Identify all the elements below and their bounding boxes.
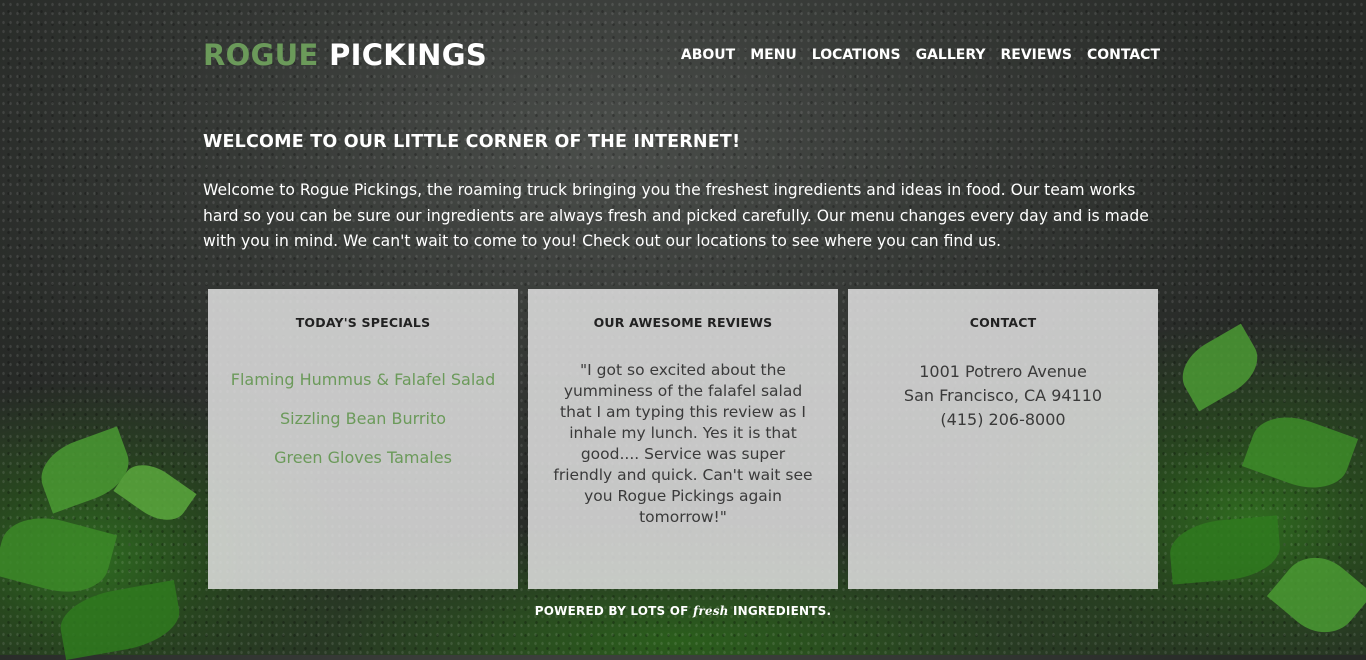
specials-list: Flaming Hummus & Falafel Salad Sizzling …: [208, 360, 518, 477]
contact-phone[interactable]: (415) 206-8000: [848, 408, 1158, 432]
review-quote: "I got so excited about the yumminess of…: [553, 361, 813, 526]
nav-about[interactable]: ABOUT: [681, 47, 735, 63]
contact-details: 1001 Potrero Avenue San Francisco, CA 94…: [848, 360, 1158, 432]
contact-title: CONTACT: [969, 315, 1037, 330]
nav-gallery[interactable]: GALLERY: [916, 47, 986, 63]
nav-menu[interactable]: MENU: [750, 47, 797, 63]
contact-street: 1001 Potrero Avenue: [919, 362, 1087, 381]
special-item: Green Gloves Tamales: [274, 448, 452, 467]
reviews-title: OUR AWESOME REVIEWS: [593, 315, 773, 330]
site-header: ROGUE PICKINGS ABOUT MENU LOCATIONS GALL…: [203, 38, 1160, 78]
special-item: Sizzling Bean Burrito: [279, 409, 447, 428]
footer-text-after: INGREDIENTS.: [732, 604, 832, 618]
site-footer: POWERED BY LOTS OF fresh INGREDIENTS.: [0, 604, 1366, 618]
site-logo[interactable]: ROGUE PICKINGS: [203, 38, 487, 72]
logo-part-1: ROGUE: [203, 38, 319, 72]
specials-title: TODAY'S SPECIALS: [295, 315, 431, 330]
specials-card: TODAY'S SPECIALS Flaming Hummus & Falafe…: [208, 289, 518, 589]
contact-city: San Francisco, CA 94110: [903, 386, 1103, 405]
welcome-text: Welcome to Rogue Pickings, the roaming t…: [203, 181, 1149, 250]
logo-part-2: PICKINGS: [329, 38, 488, 72]
nav-locations[interactable]: LOCATIONS: [812, 47, 901, 63]
welcome-heading: WELCOME TO OUR LITTLE CORNER OF THE INTE…: [203, 132, 741, 152]
reviews-card: OUR AWESOME REVIEWS "I got so excited ab…: [528, 289, 838, 589]
footer-fresh-script: fresh: [692, 604, 729, 618]
nav-reviews[interactable]: REVIEWS: [1001, 47, 1072, 63]
contact-card: CONTACT 1001 Potrero Avenue San Francisc…: [848, 289, 1158, 589]
footer-text-before: POWERED BY LOTS OF: [534, 604, 689, 618]
special-item: Flaming Hummus & Falafel Salad: [230, 370, 496, 389]
main-nav: ABOUT MENU LOCATIONS GALLERY REVIEWS CON…: [681, 47, 1160, 63]
nav-contact[interactable]: CONTACT: [1087, 47, 1160, 63]
